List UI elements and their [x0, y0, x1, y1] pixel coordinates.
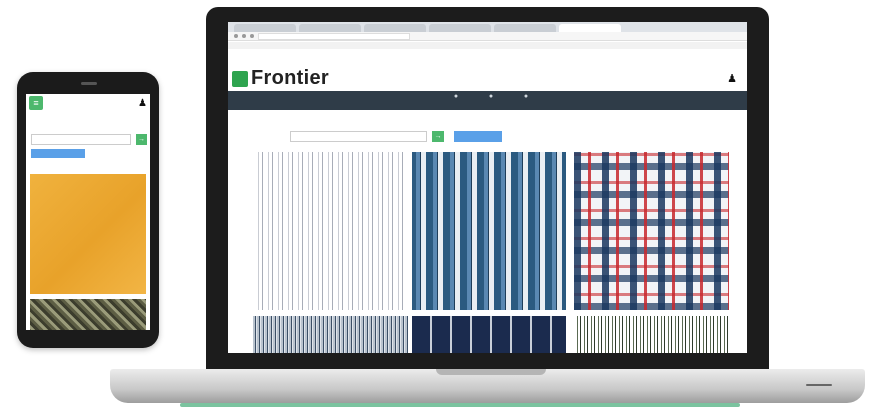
reload-icon[interactable]	[250, 34, 254, 38]
blue-stripe-swatch[interactable]	[412, 152, 566, 310]
nav-item-settings[interactable]: ●	[513, 93, 539, 108]
header-user[interactable]: ♟	[727, 72, 737, 85]
forward-icon[interactable]	[242, 34, 246, 38]
browser-tab[interactable]	[364, 24, 426, 32]
main-nav-bar: ● ● ●	[228, 91, 747, 110]
gear-icon: ●	[523, 93, 529, 100]
brand-logo[interactable]: Frontier	[232, 67, 329, 90]
go-button[interactable]: →	[432, 131, 444, 142]
laptop-indicator	[806, 384, 832, 386]
menu-icon[interactable]: ≡	[29, 96, 43, 110]
back-icon[interactable]	[234, 34, 238, 38]
browser-tab-active[interactable]	[559, 24, 621, 32]
search-icon: ●	[488, 93, 494, 100]
laptop-screen: Frontier ♟ ● ● ● →	[228, 22, 747, 353]
fine-stripe-swatch[interactable]	[253, 316, 408, 353]
phone-app-header: ≡ ♟	[26, 94, 150, 112]
white-pinstripe-swatch[interactable]	[253, 152, 408, 310]
phone-speaker	[81, 82, 97, 85]
phone-go-button[interactable]: →	[136, 134, 147, 145]
brand-name: Frontier	[251, 67, 329, 89]
logo-mark-icon	[232, 70, 248, 87]
user-icon[interactable]: ♟	[138, 98, 147, 109]
browser-tab[interactable]	[299, 24, 361, 32]
url-input[interactable]	[258, 32, 410, 40]
green-stripe-swatch[interactable]	[574, 316, 729, 353]
browser-tab[interactable]	[429, 24, 491, 32]
browser-tab-strip	[228, 22, 747, 32]
phone-fabric-image-yellow[interactable]	[30, 174, 146, 294]
laptop-base-glow	[180, 403, 740, 407]
phone-search-button[interactable]	[31, 149, 85, 158]
user-icon[interactable]: ♟	[727, 72, 737, 85]
nav-item-home[interactable]: ●	[443, 93, 469, 108]
home-icon: ●	[453, 93, 459, 100]
navy-stripe-swatch[interactable]	[412, 316, 566, 353]
laptop-notch	[436, 369, 546, 375]
phone-fabric-select[interactable]	[31, 134, 131, 145]
phone-fabric-image-camo[interactable]	[30, 299, 146, 330]
browser-tab[interactable]	[234, 24, 296, 32]
browser-address-bar	[228, 32, 747, 41]
browser-tab[interactable]	[494, 24, 556, 32]
nav-item-search[interactable]: ●	[478, 93, 504, 108]
search-button[interactable]	[454, 131, 502, 142]
fabric-select[interactable]	[290, 131, 427, 142]
phone-device: ≡ ♟ →	[17, 72, 159, 348]
phone-screen: ≡ ♟ →	[26, 94, 150, 330]
plaid-swatch[interactable]	[574, 152, 729, 310]
